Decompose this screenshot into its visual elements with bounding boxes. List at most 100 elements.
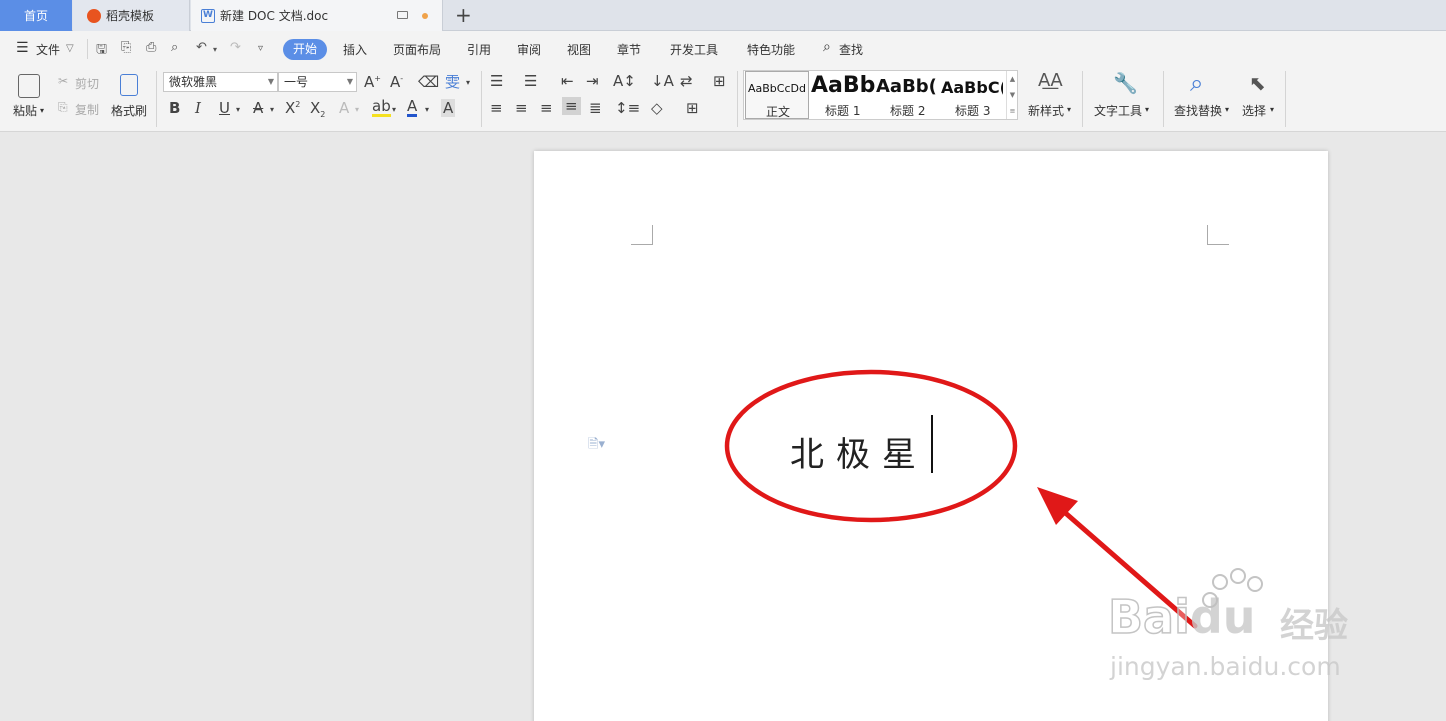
chevron-down-icon[interactable]: ▾ <box>425 105 429 114</box>
tab-home[interactable]: 首页 <box>0 0 72 31</box>
styles-gallery: AaBbCcDd 正文 AaBb 标题 1 AaBb( 标题 2 AaBbC( … <box>743 70 1018 120</box>
menu-item-features[interactable]: 特色功能 <box>747 41 795 58</box>
align-left-icon[interactable]: ≡ <box>490 99 503 117</box>
paste-dropdown-icon[interactable]: ▾ <box>40 106 44 115</box>
menu-item-developer[interactable]: 开发工具 <box>670 41 718 58</box>
format-painter-button[interactable]: 格式刷 <box>111 102 147 119</box>
shrink-font-icon[interactable]: A- <box>390 73 403 91</box>
paste-icon[interactable] <box>18 74 40 98</box>
font-size-select[interactable]: 一号 ▼ <box>278 72 357 92</box>
print-icon[interactable]: ⎙ <box>146 40 156 55</box>
style-normal[interactable]: AaBbCcDd 正文 <box>745 71 809 119</box>
cut-button[interactable]: 剪切 <box>75 75 99 92</box>
chevron-down-icon: ▼ <box>267 77 274 86</box>
phonetic-guide-icon[interactable]: 雯 <box>445 71 460 92</box>
watermark-product: 经验 <box>1280 606 1348 646</box>
increase-indent-icon[interactable]: ⇥ <box>586 72 599 90</box>
menu-item-references[interactable]: 引用 <box>467 41 491 58</box>
paragraph-handle-icon[interactable]: 🗎▾ <box>588 435 605 457</box>
menu-item-view[interactable]: 视图 <box>567 41 591 58</box>
justify-icon[interactable]: ≡ <box>562 97 581 115</box>
menu-item-start[interactable]: 开始 <box>283 39 327 60</box>
chevron-down-icon[interactable]: ▾ <box>466 78 470 87</box>
italic-icon[interactable]: I <box>195 99 201 117</box>
strikethrough-icon[interactable]: A <box>253 99 263 117</box>
print-preview-icon[interactable]: ⌕ <box>171 40 178 55</box>
styles-scroll[interactable]: ▲ ▼ ≡ <box>1006 71 1018 119</box>
divider <box>481 71 482 127</box>
style-label: 标题 1 <box>825 104 861 118</box>
clear-format-icon[interactable]: ⌫ <box>418 73 439 91</box>
menu-item-section[interactable]: 章节 <box>617 41 641 58</box>
menu-item-review[interactable]: 审阅 <box>517 41 541 58</box>
align-center-icon[interactable]: ≡ <box>515 99 528 117</box>
chevron-down-icon[interactable]: ▾ <box>392 105 396 114</box>
char-shading-icon[interactable]: A <box>441 99 456 117</box>
menu-item-page-layout[interactable]: 页面布局 <box>393 41 441 58</box>
tab-templates[interactable]: 稻壳模板 <box>73 0 190 31</box>
chevron-down-icon[interactable]: ▾ <box>1270 105 1274 114</box>
numbered-list-icon[interactable]: ☰ <box>524 72 537 90</box>
search-menu[interactable]: 查找 <box>839 41 863 58</box>
paragraph-shading-icon[interactable]: ◇ <box>651 99 663 117</box>
highlight-icon[interactable]: ab <box>372 99 391 117</box>
table-icon[interactable]: ⊞ <box>713 72 726 90</box>
subscript-icon[interactable]: X2 <box>310 99 325 119</box>
undo-dropdown-icon[interactable]: ▾ <box>213 45 217 54</box>
menu-item-insert[interactable]: 插入 <box>343 41 367 58</box>
file-menu[interactable]: 文件 <box>36 41 60 58</box>
save-icon[interactable]: 🖫 <box>96 40 107 62</box>
paw-logo-icon <box>1202 568 1263 608</box>
chevron-down-icon[interactable]: ▽ <box>66 43 74 54</box>
line-spacing-icon[interactable]: ↕≡ <box>615 99 640 117</box>
style-preview: AaBb( <box>876 76 937 97</box>
text-effect-icon[interactable]: A <box>339 99 349 117</box>
chevron-down-icon[interactable]: ▾ <box>1067 105 1071 114</box>
document-text[interactable]: 北极星 <box>790 427 928 476</box>
distributed-icon[interactable]: ≣ <box>589 99 602 117</box>
new-tab-button[interactable]: + <box>455 3 472 27</box>
select-button[interactable]: 选择 <box>1242 102 1266 119</box>
chevron-down-icon[interactable]: ▾ <box>1225 105 1229 114</box>
underline-icon[interactable]: U <box>219 99 230 117</box>
chinese-layout-icon[interactable]: A↕ <box>613 72 636 90</box>
wrench-icon[interactable]: 🔧 <box>1113 71 1138 95</box>
copy-button[interactable]: 复制 <box>75 101 99 118</box>
chevron-down-icon[interactable]: ▾ <box>1145 105 1149 114</box>
redo-icon[interactable]: ↷ <box>230 40 241 55</box>
decrease-indent-icon[interactable]: ⇤ <box>561 72 574 90</box>
bold-icon[interactable]: B <box>169 99 180 117</box>
text-tools-button[interactable]: 文字工具 <box>1094 102 1142 119</box>
borders-icon[interactable]: ⊞ <box>686 99 699 117</box>
customize-toolbar-icon[interactable]: ▿ <box>258 43 263 54</box>
find-replace-button[interactable]: 查找替换 <box>1174 102 1222 119</box>
cursor-select-icon[interactable]: ⬉ <box>1249 71 1266 95</box>
sort-icon[interactable]: ↓A <box>651 72 674 90</box>
align-right-icon[interactable]: ≡ <box>540 99 553 117</box>
chevron-down-icon[interactable]: ▾ <box>355 105 359 114</box>
font-name-select[interactable]: 微软雅黑 ▼ <box>163 72 278 92</box>
grow-font-icon[interactable]: A+ <box>364 73 381 91</box>
chevron-down-icon[interactable]: ▾ <box>236 105 240 114</box>
copy-icon[interactable]: ⎘ <box>58 100 68 115</box>
superscript-icon[interactable]: X2 <box>285 99 300 117</box>
style-heading-1[interactable]: AaBb 标题 1 <box>811 71 875 119</box>
new-style-button[interactable]: 新样式 <box>1028 102 1064 119</box>
style-heading-2[interactable]: AaBb( 标题 2 <box>876 71 940 119</box>
tab-document[interactable]: W 新建 DOC 文档.doc <box>191 0 443 31</box>
format-painter-icon[interactable] <box>120 74 138 96</box>
export-icon[interactable]: ⎘ <box>121 40 131 55</box>
search-icon[interactable]: ⌕ <box>823 39 831 55</box>
style-heading-3[interactable]: AaBbC( 标题 3 <box>941 71 1003 119</box>
chevron-down-icon[interactable]: ▾ <box>270 105 274 114</box>
cut-icon[interactable]: ✂ <box>58 74 68 88</box>
monitor-icon[interactable] <box>397 11 408 19</box>
hamburger-icon[interactable]: ☰ <box>16 40 29 56</box>
new-style-icon[interactable]: A͟A <box>1038 70 1063 91</box>
bullet-list-icon[interactable]: ☰ <box>490 72 503 90</box>
show-hide-marks-icon[interactable]: ⇄ <box>680 72 693 90</box>
font-color-icon[interactable]: A <box>407 99 418 117</box>
undo-icon[interactable]: ↶ <box>196 40 207 55</box>
paste-button[interactable]: 粘贴 <box>13 102 37 119</box>
find-replace-icon[interactable]: ⌕ <box>1190 69 1203 97</box>
